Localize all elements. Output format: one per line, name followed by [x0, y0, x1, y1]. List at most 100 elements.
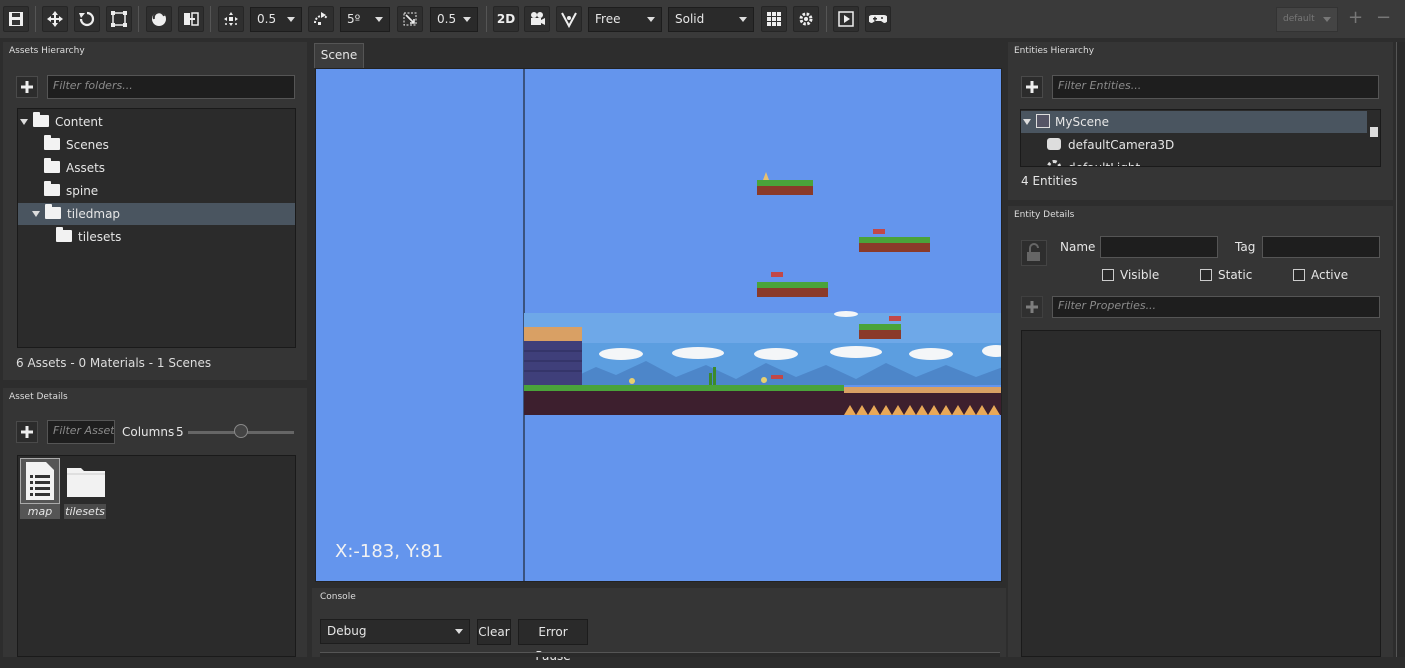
- assets-summary: 6 Assets - 0 Materials - 1 Scenes: [16, 356, 212, 370]
- run-button[interactable]: [833, 6, 859, 32]
- entity-tree: MyScene defaultCamera3D defaultLight: [1020, 109, 1381, 167]
- name-field[interactable]: [1100, 236, 1218, 258]
- grid-icon: [767, 12, 781, 26]
- remove-profile-button[interactable]: −: [1376, 9, 1391, 27]
- chevron-down-icon: [375, 17, 383, 22]
- tree-item-tiledmap[interactable]: tiledmap: [18, 203, 295, 225]
- chevron-down-icon: [647, 17, 655, 22]
- add-asset-button[interactable]: [16, 421, 38, 443]
- scene-tab-bar: Scene: [312, 42, 1006, 68]
- chevron-down-icon: [463, 17, 471, 22]
- camera-mode-select[interactable]: Free: [588, 7, 662, 32]
- gizmo-button[interactable]: [556, 6, 582, 32]
- rotate-snap-button[interactable]: [308, 6, 334, 32]
- scale-icon: [111, 11, 127, 27]
- tree-item-tilesets[interactable]: tilesets: [18, 226, 295, 248]
- lock-button[interactable]: [1021, 240, 1047, 266]
- expand-arrow-icon: [32, 211, 40, 217]
- chevron-down-icon: [1323, 17, 1331, 22]
- translate-snap-button[interactable]: [218, 6, 244, 32]
- scale-snap-select[interactable]: 0.5: [430, 7, 478, 32]
- columns-slider-thumb[interactable]: [234, 424, 248, 438]
- add-profile-button[interactable]: +: [1348, 9, 1363, 27]
- clear-button[interactable]: Clear: [477, 619, 511, 645]
- chevron-down-icon: [455, 629, 463, 634]
- folder-tree: Content Scenes Assets spine tiledmap til…: [17, 108, 296, 348]
- tree-item-content[interactable]: Content: [18, 111, 295, 133]
- rotate-tool-button[interactable]: [74, 6, 100, 32]
- mode-2d-button[interactable]: 2D: [493, 6, 519, 32]
- asset-item-tilesets[interactable]: tilesets: [64, 458, 106, 519]
- save-button[interactable]: [3, 6, 29, 32]
- console-panel: Console Debug Clear Error Pause: [312, 588, 1006, 663]
- console-level-select[interactable]: Debug: [320, 619, 470, 644]
- entities-count: 4 Entities: [1021, 174, 1078, 188]
- render-mode-select[interactable]: Solid: [668, 7, 754, 32]
- chevron-down-icon: [739, 17, 747, 22]
- folder-icon: [45, 204, 61, 219]
- tree-item-assets[interactable]: Assets: [18, 157, 295, 179]
- filter-entities-input[interactable]: Filter Entities...: [1052, 75, 1379, 99]
- scene-viewport[interactable]: X:-183, Y:81: [315, 68, 1002, 582]
- tree-item-spine[interactable]: spine: [18, 180, 295, 202]
- tab-scene[interactable]: Scene: [314, 43, 364, 68]
- expand-arrow-icon: [1023, 119, 1031, 125]
- snap-rotate-icon: [313, 12, 328, 25]
- add-folder-button[interactable]: [16, 76, 38, 98]
- asset-details-panel: Asset Details Filter Assets Columns 5 ma…: [3, 388, 307, 657]
- tag-label: Tag: [1235, 240, 1256, 254]
- add-entity-button[interactable]: [1021, 76, 1043, 98]
- translate-snap-select[interactable]: 0.5: [250, 7, 302, 32]
- entities-hierarchy-panel: Entities Hierarchy Filter Entities... My…: [1008, 42, 1393, 200]
- static-checkbox[interactable]: Static: [1200, 268, 1252, 282]
- panel-title: Entities Hierarchy: [1014, 46, 1095, 56]
- local-space-button[interactable]: [146, 6, 172, 32]
- add-property-button[interactable]: [1021, 296, 1043, 318]
- entity-tree-scrollbar[interactable]: [1368, 110, 1380, 166]
- settings-button[interactable]: [793, 6, 819, 32]
- visible-checkbox[interactable]: Visible: [1102, 268, 1159, 282]
- move-icon: [47, 11, 63, 27]
- profile-select[interactable]: default: [1276, 7, 1338, 32]
- main-toolbar: 0.5 5º 0.5 2D Free Solid default + −: [0, 0, 1405, 38]
- scene-canvas: [523, 69, 1001, 581]
- translate-tool-button[interactable]: [42, 6, 68, 32]
- pivot-icon: [184, 12, 199, 26]
- save-icon: [9, 12, 23, 26]
- camera-button[interactable]: [524, 6, 550, 32]
- entity-item-camera[interactable]: defaultCamera3D: [1021, 134, 1367, 156]
- folder-icon: [44, 181, 60, 196]
- grid-button[interactable]: [761, 6, 787, 32]
- tree-item-scenes[interactable]: Scenes: [18, 134, 295, 156]
- tag-field[interactable]: [1262, 236, 1380, 258]
- folder-icon: [44, 135, 60, 150]
- columns-label: Columns: [122, 425, 175, 439]
- rotate-icon: [79, 11, 95, 27]
- cursor-coordinates: X:-183, Y:81: [335, 541, 444, 562]
- plus-icon: [1026, 81, 1038, 93]
- panel-title: Console: [320, 592, 356, 602]
- debug-button[interactable]: [865, 6, 891, 32]
- scale-tool-button[interactable]: [106, 6, 132, 32]
- panel-title: Assets Hierarchy: [9, 46, 85, 56]
- rotate-snap-select[interactable]: 5º: [340, 7, 390, 32]
- gear-icon: [799, 12, 813, 26]
- entity-item-myscene[interactable]: MyScene: [1021, 111, 1367, 133]
- folder-icon: [33, 112, 49, 127]
- entity-details-panel: Entity Details Name Tag Visible Static A…: [1008, 206, 1393, 657]
- console-output: [320, 652, 1000, 657]
- folder-icon: [67, 468, 105, 497]
- filter-assets-input[interactable]: Filter Assets: [47, 420, 115, 444]
- filter-properties-input[interactable]: Filter Properties...: [1052, 296, 1380, 318]
- pivot-button[interactable]: [178, 6, 204, 32]
- snap-scale-icon: [403, 12, 417, 26]
- scale-snap-button[interactable]: [397, 6, 423, 32]
- filter-folders-input[interactable]: Filter folders...: [47, 75, 295, 99]
- entity-item-light[interactable]: defaultLight: [1021, 157, 1367, 166]
- error-pause-button[interactable]: Error Pause: [518, 619, 588, 663]
- chevron-down-icon: [287, 17, 295, 22]
- active-checkbox[interactable]: Active: [1293, 268, 1348, 282]
- asset-item-map[interactable]: map: [20, 458, 60, 519]
- window-edge: [1396, 42, 1405, 657]
- panel-title: Asset Details: [9, 392, 68, 402]
